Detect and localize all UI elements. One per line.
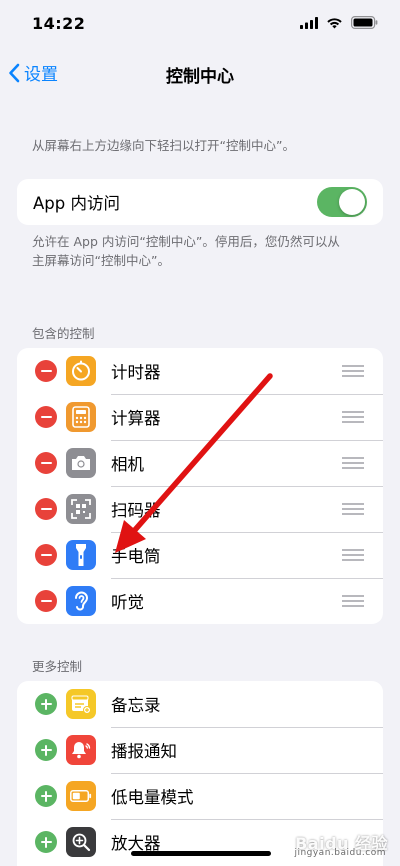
announce-notifications-icon: [66, 735, 96, 765]
app-access-hint-line1: 允许在 App 内访问“控制中心”。停用后，您仍然可以从: [32, 234, 340, 249]
wifi-icon: [327, 17, 342, 28]
baidu-jingyan-watermark: Baidu 经验 jingyan.baidu.com: [294, 830, 388, 858]
reorder-handle[interactable]: [342, 365, 364, 377]
remove-button[interactable]: [35, 498, 57, 520]
remove-button[interactable]: [35, 544, 57, 566]
battery-icon: [66, 781, 96, 811]
remove-button[interactable]: [35, 360, 57, 382]
included-controls-list: 计时器 计算器 相机 扫码器 手电筒 听觉: [17, 348, 383, 624]
reorder-handle[interactable]: [342, 595, 364, 607]
control-row-timer: 计时器: [17, 348, 383, 394]
add-button[interactable]: [35, 831, 57, 853]
remove-button[interactable]: [35, 452, 57, 474]
add-button[interactable]: [35, 693, 57, 715]
add-button[interactable]: [35, 739, 57, 761]
app-access-toggle[interactable]: [317, 187, 367, 217]
page-title: 控制中心: [166, 67, 234, 87]
control-label: 播报通知: [111, 742, 177, 761]
control-row-hearing: 听觉: [17, 578, 383, 624]
reorder-handle[interactable]: [342, 549, 364, 561]
toggle-knob: [339, 189, 365, 215]
camera-icon: [66, 448, 96, 478]
control-row-announce-notifications: 播报通知: [17, 727, 383, 773]
more-controls-header: 更多控制: [32, 659, 83, 674]
navigation-bar: 设置 控制中心: [0, 52, 400, 92]
app-access-label: App 内访问: [33, 194, 120, 213]
control-label: 相机: [111, 455, 144, 474]
timer-icon: [66, 356, 96, 386]
status-icons: [300, 16, 378, 29]
control-label: 听觉: [111, 593, 144, 612]
control-label: 手电筒: [111, 547, 161, 566]
control-row-calculator: 计算器: [17, 394, 383, 440]
notes-icon: [66, 689, 96, 719]
swipe-hint-text: 从屏幕右上方边缘向下轻扫以打开“控制中心”。: [32, 138, 295, 153]
reorder-handle[interactable]: [342, 457, 364, 469]
add-button[interactable]: [35, 785, 57, 807]
status-bar: 14:22: [0, 0, 400, 48]
app-access-card: App 内访问: [17, 179, 383, 225]
cellular-signal-icon: [300, 16, 318, 29]
flashlight-icon: [66, 540, 96, 570]
reorder-handle[interactable]: [342, 411, 364, 423]
control-label: 扫码器: [111, 501, 161, 520]
status-time: 14:22: [32, 14, 86, 33]
included-controls-header: 包含的控制: [32, 326, 95, 341]
control-label: 计时器: [111, 363, 161, 382]
home-indicator: [131, 851, 271, 856]
app-access-row: App 内访问: [17, 179, 383, 225]
watermark-url: jingyan.baidu.com: [294, 848, 386, 858]
app-access-hint-line2: 主屏幕访问“控制中心”。: [32, 253, 170, 268]
control-row-camera: 相机: [17, 440, 383, 486]
remove-button[interactable]: [35, 406, 57, 428]
control-label: 备忘录: [111, 696, 161, 715]
control-row-flashlight: 手电筒: [17, 532, 383, 578]
battery-status-icon: [351, 16, 378, 29]
app-access-hint: 允许在 App 内访问“控制中心”。停用后，您仍然可以从 主屏幕访问“控制中心”…: [32, 232, 340, 270]
reorder-handle[interactable]: [342, 503, 364, 515]
control-label: 计算器: [111, 409, 161, 428]
control-row-notes: 备忘录: [17, 681, 383, 727]
qr-code-scanner-icon: [66, 494, 96, 524]
control-row-code-scanner: 扫码器: [17, 486, 383, 532]
control-row-low-power-mode: 低电量模式: [17, 773, 383, 819]
magnifier-icon: [66, 827, 96, 857]
control-label: 低电量模式: [111, 788, 194, 807]
ear-icon: [66, 586, 96, 616]
remove-button[interactable]: [35, 590, 57, 612]
calculator-icon: [66, 402, 96, 432]
